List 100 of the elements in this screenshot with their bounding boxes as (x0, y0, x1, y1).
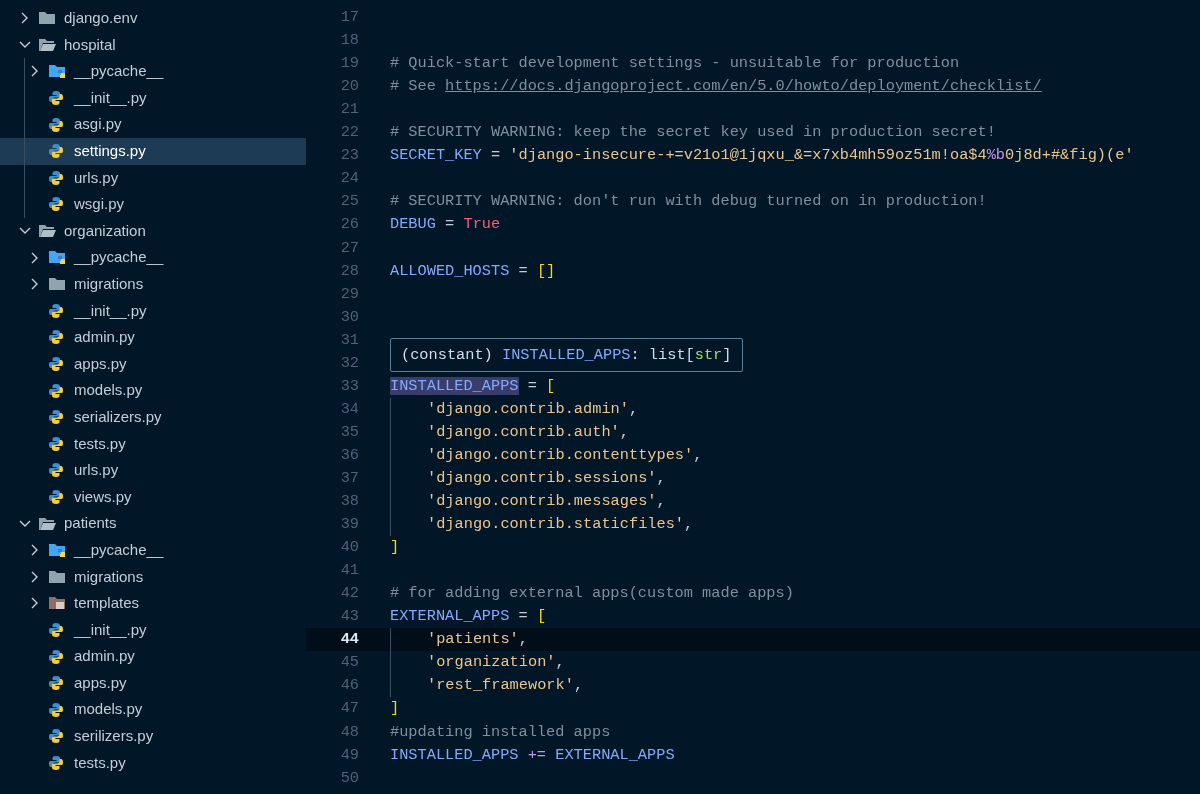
code-line: 'django.contrib.admin', (427, 398, 639, 420)
tree-item[interactable]: patients (0, 510, 306, 537)
line-number: 47 (339, 698, 359, 720)
templates-folder-icon (48, 596, 66, 611)
tree-item[interactable]: __pycache__ (0, 244, 306, 271)
tree-item[interactable]: wsgi.py (0, 191, 306, 218)
tree-item[interactable]: models.py (0, 377, 306, 404)
chevron-right-icon (21, 12, 29, 25)
line-number: 21 (339, 99, 359, 121)
python-folder-icon (48, 250, 67, 266)
line-number: 37 (339, 468, 359, 489)
line-number: 23 (339, 145, 359, 167)
python-file-icon (48, 409, 64, 426)
line-number: 28 (339, 260, 359, 282)
folder-icon (48, 277, 66, 292)
chevron-down-icon (19, 227, 31, 236)
line-number: 50 (339, 767, 359, 789)
tree-item[interactable]: migrations (0, 563, 306, 591)
line-number: 22 (339, 122, 359, 144)
chevron-right-icon (31, 597, 39, 610)
line-number: 44 (339, 629, 359, 651)
code-line: INSTALLED_APPS = [ (390, 375, 556, 397)
python-file-icon (48, 728, 64, 745)
tree-item[interactable]: __init__.py (0, 297, 306, 325)
chevron-right-icon (31, 251, 39, 264)
tree-item[interactable]: __pycache__ (0, 536, 306, 564)
chevron-right-icon (31, 278, 39, 291)
line-number: 49 (339, 744, 359, 766)
chevron-right-icon (31, 65, 39, 78)
code-line: #updating installed apps (390, 721, 611, 743)
tree-item[interactable]: asgi.py (0, 111, 306, 138)
tree-item[interactable]: __pycache__ (0, 58, 306, 85)
tree-item[interactable]: django.env (0, 5, 306, 32)
open-folder-icon (38, 37, 56, 52)
chevron-right-icon (31, 570, 39, 583)
code-line: EXTERNAL_APPS = [ (390, 606, 547, 628)
tree-item[interactable]: templates (0, 590, 306, 617)
python-folder-icon (48, 64, 67, 79)
tree-item[interactable]: apps.py (0, 669, 306, 697)
line-number: 43 (339, 606, 359, 628)
line-number: 35 (339, 421, 359, 443)
code-line: 'django.contrib.auth', (427, 421, 629, 443)
tree-item[interactable]: hospital (0, 31, 306, 59)
python-file-icon (48, 621, 64, 638)
tooltip-text: (constant) INSTALLED_APPS: list[str] (401, 344, 732, 366)
python-file-icon (48, 116, 64, 133)
code-line: 'django.contrib.staticfiles', (427, 514, 694, 536)
line-number: 33 (339, 375, 359, 397)
tree-item[interactable]: views.py (0, 483, 306, 511)
tree-item[interactable]: serializers.py (0, 403, 306, 431)
python-file-icon (48, 701, 64, 718)
code-line: 'django.contrib.sessions', (427, 468, 666, 489)
code-line: INSTALLED_APPS += EXTERNAL_APPS (390, 744, 675, 766)
python-file-icon (48, 675, 64, 692)
tree-item[interactable]: __init__.py (0, 616, 306, 644)
tree-item[interactable]: serilizers.py (0, 723, 306, 750)
folder-icon (48, 569, 66, 584)
python-file-icon (48, 648, 64, 665)
tree-item[interactable]: migrations (0, 270, 306, 298)
python-file-icon (48, 754, 64, 771)
line-number: 36 (339, 444, 359, 466)
tree-item[interactable]: urls.py (0, 457, 306, 484)
tree-item[interactable]: admin.py (0, 324, 306, 351)
tree-item[interactable]: __init__.py (0, 84, 306, 112)
python-file-icon (48, 169, 64, 186)
code-line: # See https://docs.djangoproject.com/en/5.0/howto/deployment/checklist/ (390, 76, 1042, 98)
code-line: 'organization', (427, 652, 565, 674)
chevron-down-icon (19, 519, 31, 528)
code-line: # for adding external apps(custom made apps) (390, 583, 794, 605)
python-folder-icon (48, 542, 67, 558)
code-line: ] (390, 698, 400, 720)
tree-item[interactable]: admin.py (0, 643, 306, 670)
code-line: 'django.contrib.contenttypes', (427, 444, 703, 466)
link[interactable]: https://docs.djangoproject.com/en/5.0/howto/deployment/checklist/ (445, 77, 1042, 96)
open-folder-icon (38, 516, 56, 531)
line-number: 29 (339, 283, 359, 305)
line-number: 30 (339, 306, 359, 328)
line-number: 39 (339, 514, 359, 536)
line-number: 25 (339, 191, 359, 213)
code-line: SECRET_KEY = 'django-insecure-+=v21o1@1jqxu_&=x7xb4mh59oz51m!oa$4%b0j8d+#&fig)(e' (390, 145, 1134, 167)
python-file-icon (48, 462, 64, 479)
python-file-icon (48, 329, 64, 346)
tree-item[interactable]: urls.py (0, 164, 306, 192)
tree-item[interactable]: organization (0, 217, 306, 245)
line-number: 40 (339, 537, 359, 559)
python-file-icon (48, 356, 64, 372)
code-line: # SECURITY WARNING: don't run with debug turned on in production! (390, 191, 987, 213)
line-number: 38 (339, 491, 359, 513)
line-number: 41 (339, 560, 359, 582)
tree-item[interactable]: apps.py (0, 350, 306, 378)
open-folder-icon (38, 224, 56, 239)
python-file-icon (48, 143, 64, 160)
python-file-icon (48, 489, 64, 505)
tree-item[interactable]: settings.py (0, 137, 306, 165)
line-number: 20 (339, 76, 359, 98)
line-number: 32 (339, 352, 359, 374)
tree-item[interactable]: tests.py (0, 430, 306, 458)
tree-item[interactable]: models.py (0, 696, 306, 724)
line-number: 45 (339, 652, 359, 674)
tree-item[interactable]: tests.py (0, 749, 306, 777)
